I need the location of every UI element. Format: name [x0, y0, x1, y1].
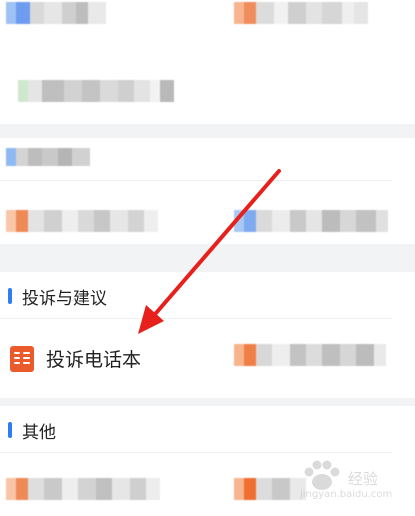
section-header-complaint: 投诉与建议 [8, 284, 107, 309]
watermark: 经验 jingyan.baidu.com [300, 458, 400, 508]
section-accent-bar [8, 288, 12, 304]
complaint-section-card: 投诉与建议 投诉电话本 [0, 272, 415, 398]
divider [0, 180, 392, 181]
service-page: 投诉与建议 投诉电话本 其他 经验 jingyan.baidu.com [0, 0, 415, 516]
blurred-menu-item[interactable] [234, 478, 306, 500]
blurred-menu-item[interactable] [18, 80, 174, 102]
menu-item-label: 投诉电话本 [46, 349, 142, 371]
divider [0, 452, 392, 453]
blurred-menu-item[interactable] [6, 478, 160, 500]
section-header-other: 其他 [8, 418, 56, 443]
divider [0, 318, 392, 319]
phonebook-icon [10, 345, 34, 372]
blurred-section-card [0, 138, 415, 244]
section-title-other: 其他 [22, 422, 56, 443]
section-title-complaint: 投诉与建议 [22, 288, 107, 309]
blurred-menu-item[interactable] [6, 210, 158, 232]
menu-item-complaint-phonebook[interactable]: 投诉电话本 [10, 345, 141, 372]
watermark-title: 经验 [348, 470, 379, 488]
blurred-menu-item[interactable] [234, 344, 386, 366]
blurred-menu-item[interactable] [234, 210, 388, 232]
section-accent-bar [8, 422, 12, 438]
watermark-url: jingyan.baidu.com [300, 489, 393, 500]
blurred-section-title [6, 148, 90, 166]
blurred-menu-item[interactable] [234, 2, 368, 24]
top-card [0, 0, 415, 124]
blurred-menu-item[interactable] [6, 2, 106, 24]
